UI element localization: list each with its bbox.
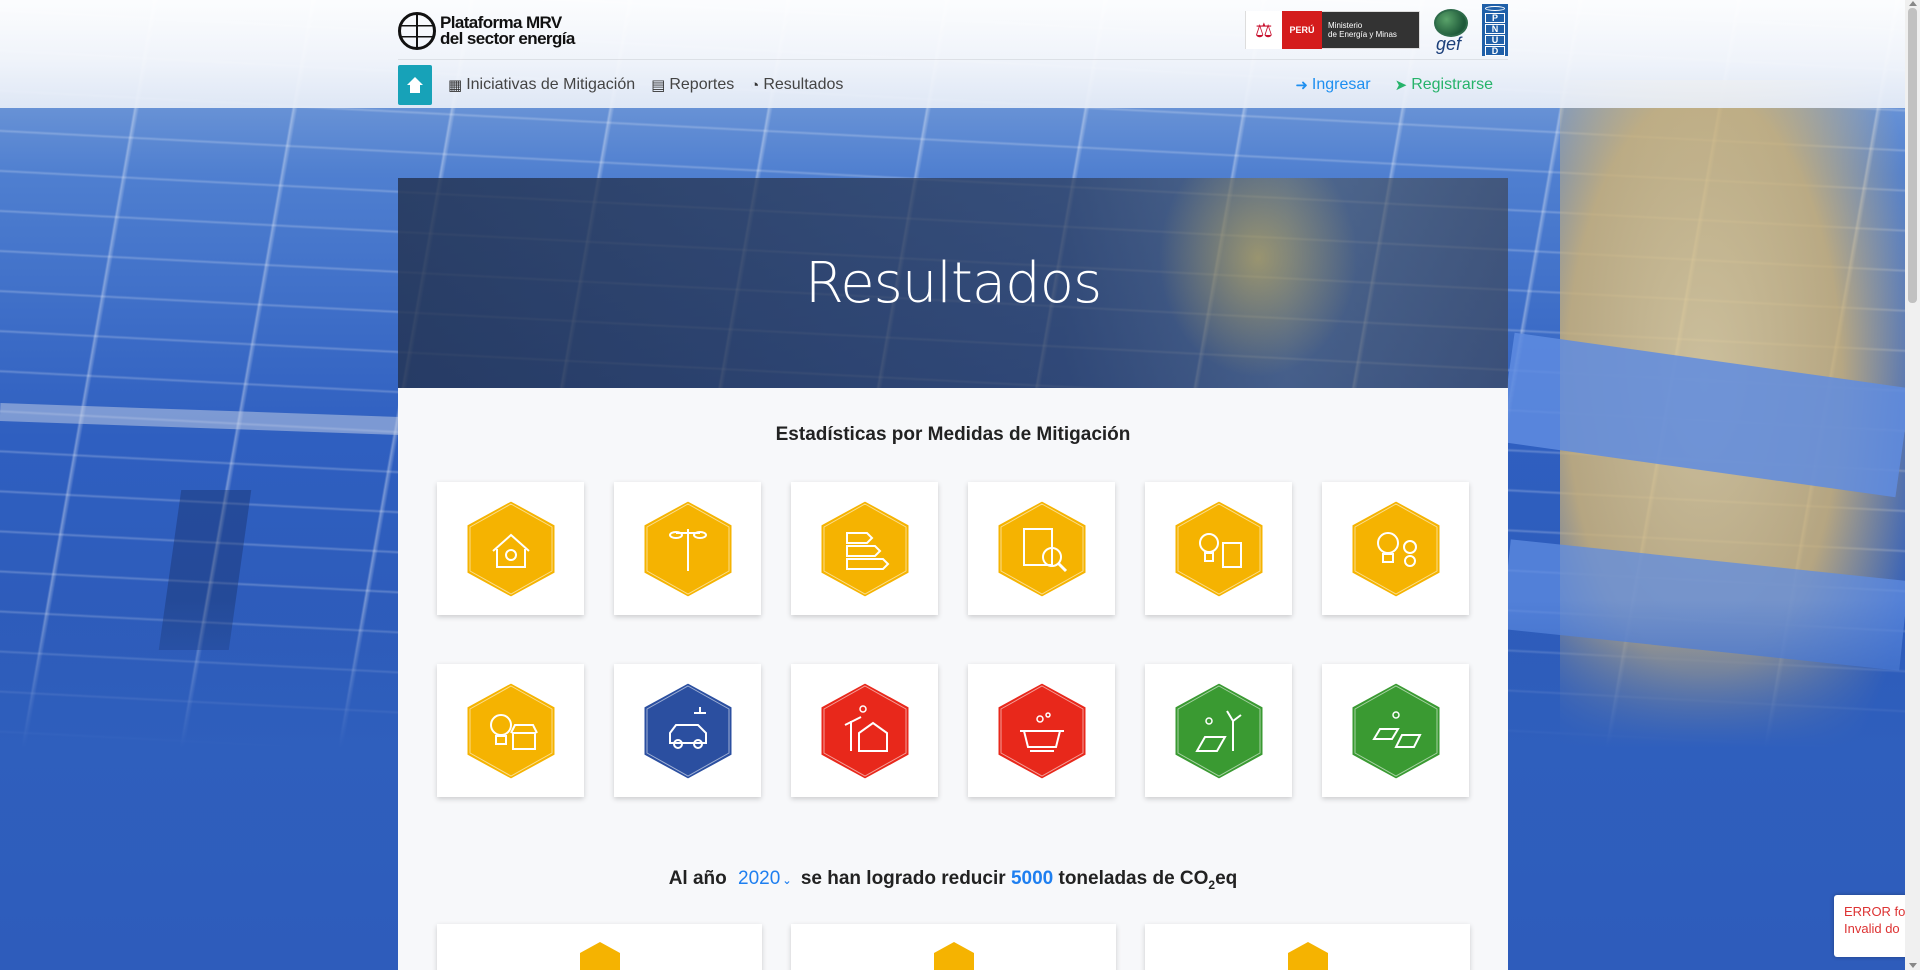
measure-card[interactable] xyxy=(437,664,584,797)
main-nav: ▦ Iniciativas de Mitigación ▤ Reportes ◔… xyxy=(398,64,843,106)
register-label: Registrarse xyxy=(1411,76,1493,93)
auth-links: ➜ Ingresar ➤ Registrarse xyxy=(1295,64,1493,106)
energy-label-icon xyxy=(817,499,913,599)
brand-name: Plataforma MRV del sector energía xyxy=(440,14,575,48)
results-panel: Estadísticas por Medidas de Mitigación A… xyxy=(398,388,1508,970)
summary-suffix: toneladas de CO2eq xyxy=(1058,868,1238,892)
page-scrollbar[interactable] xyxy=(1905,0,1920,970)
gef-globe-icon xyxy=(1434,9,1468,37)
measure-card[interactable] xyxy=(1322,482,1469,615)
nav-item-label: Resultados xyxy=(763,76,844,93)
pnud-logo: P N U D xyxy=(1482,4,1508,56)
peru-shield-icon: ⚖ xyxy=(1246,11,1282,49)
login-link[interactable]: ➜ Ingresar xyxy=(1295,76,1370,94)
lightbulb-shop-icon xyxy=(463,681,559,781)
pnud-letter: D xyxy=(1485,46,1505,56)
house-lightbulb-icon xyxy=(463,499,559,599)
un-emblem-icon xyxy=(1485,6,1505,11)
peru-label: PERÚ xyxy=(1282,11,1322,49)
paper-plane-icon: ➤ xyxy=(1394,77,1408,94)
measure-card[interactable] xyxy=(1145,664,1292,797)
gef-logo: gef xyxy=(1430,7,1472,54)
lightbulb-gears-icon xyxy=(1348,499,1444,599)
summary-unit: toneladas de CO xyxy=(1058,868,1209,889)
measure-card[interactable] xyxy=(1322,664,1469,797)
measure-detail-card[interactable] xyxy=(791,924,1116,970)
nav-item-iniciativas[interactable]: ▦ Iniciativas de Mitigación xyxy=(448,76,635,94)
summary-unit-end: eq xyxy=(1215,868,1238,889)
year-select[interactable]: 2020 xyxy=(738,868,780,889)
electric-car-icon xyxy=(640,681,736,781)
measure-card[interactable] xyxy=(791,664,938,797)
nav-item-reportes[interactable]: ▤ Reportes xyxy=(651,76,734,94)
measure-card[interactable] xyxy=(1145,482,1292,615)
solar-panel-icon: ▦ xyxy=(448,77,463,94)
house-lightbulb-icon xyxy=(579,942,620,970)
measure-card[interactable] xyxy=(791,482,938,615)
main-content: Resultados Estadísticas por Medidas de M… xyxy=(398,178,1508,970)
scrollbar-thumb[interactable] xyxy=(1908,8,1917,303)
summary-middle: se han logrado reducir xyxy=(800,868,1006,889)
minem-label-2: de Energía y Minas xyxy=(1328,30,1397,39)
measure-detail-card[interactable] xyxy=(1145,924,1470,970)
hero-multimeter-image xyxy=(1158,178,1358,378)
measure-card[interactable] xyxy=(614,664,761,797)
pnud-letter: U xyxy=(1485,35,1505,45)
home-button[interactable] xyxy=(398,65,432,105)
nav-item-label: Iniciativas de Mitigación xyxy=(466,76,636,93)
pnud-letter: P xyxy=(1485,13,1505,23)
energy-audit-icon xyxy=(994,499,1090,599)
measure-card[interactable] xyxy=(968,664,1115,797)
street-lamp-icon xyxy=(640,499,736,599)
chevron-down-icon[interactable]: ⌄ xyxy=(782,875,791,887)
rural-solar-house-icon xyxy=(817,681,913,781)
street-lamp-icon xyxy=(933,942,974,970)
minem-label: Ministerio de Energía y Minas xyxy=(1322,21,1397,39)
section-title: Estadísticas por Medidas de Mitigación xyxy=(775,424,1131,445)
brand-logo[interactable]: Plataforma MRV del sector energía xyxy=(398,12,575,50)
document-icon: ▤ xyxy=(651,77,666,94)
reduction-amount: 5000 xyxy=(1010,868,1054,889)
scroll-down-icon[interactable] xyxy=(1909,963,1917,968)
globe-thermometer-icon xyxy=(398,12,436,50)
page-title: Resultados xyxy=(804,250,1102,316)
hero-banner: Resultados xyxy=(398,178,1508,388)
nav-item-resultados[interactable]: ◔ Resultados xyxy=(750,76,843,94)
header-divider xyxy=(398,59,1508,60)
brand-line-2: del sector energía xyxy=(440,29,575,48)
summary-prefix: Al año xyxy=(668,868,727,889)
gef-label: gef xyxy=(1436,34,1462,54)
login-label: Ingresar xyxy=(1311,76,1371,93)
minem-label-1: Ministerio xyxy=(1328,21,1363,30)
sign-in-icon: ➜ xyxy=(1295,77,1308,94)
energy-label-icon xyxy=(1287,942,1328,970)
measure-card[interactable] xyxy=(968,482,1115,615)
measure-card[interactable] xyxy=(437,482,584,615)
measure-card[interactable] xyxy=(614,482,761,615)
cooking-pot-icon xyxy=(994,681,1090,781)
home-icon xyxy=(406,77,424,93)
nav-item-label: Reportes xyxy=(669,76,735,93)
pie-chart-icon: ◔ xyxy=(750,76,760,94)
measure-detail-card[interactable] xyxy=(437,924,762,970)
solar-wind-icon xyxy=(1171,681,1267,781)
partner-logos: ⚖ PERÚ Ministerio de Energía y Minas gef… xyxy=(1245,4,1508,56)
pnud-letter: N xyxy=(1485,24,1505,34)
scroll-up-icon[interactable] xyxy=(1909,1,1917,6)
register-link[interactable]: ➤ Registrarse xyxy=(1395,76,1493,94)
solar-farm-icon xyxy=(1348,681,1444,781)
lightbulb-building-icon xyxy=(1171,499,1267,599)
reduction-summary: Al año 2020 ⌄ se han logrado reducir 5000… xyxy=(398,868,1508,892)
minem-logo: ⚖ PERÚ Ministerio de Energía y Minas xyxy=(1245,11,1420,49)
site-header: Plataforma MRV del sector energía ⚖ PERÚ… xyxy=(0,0,1905,108)
